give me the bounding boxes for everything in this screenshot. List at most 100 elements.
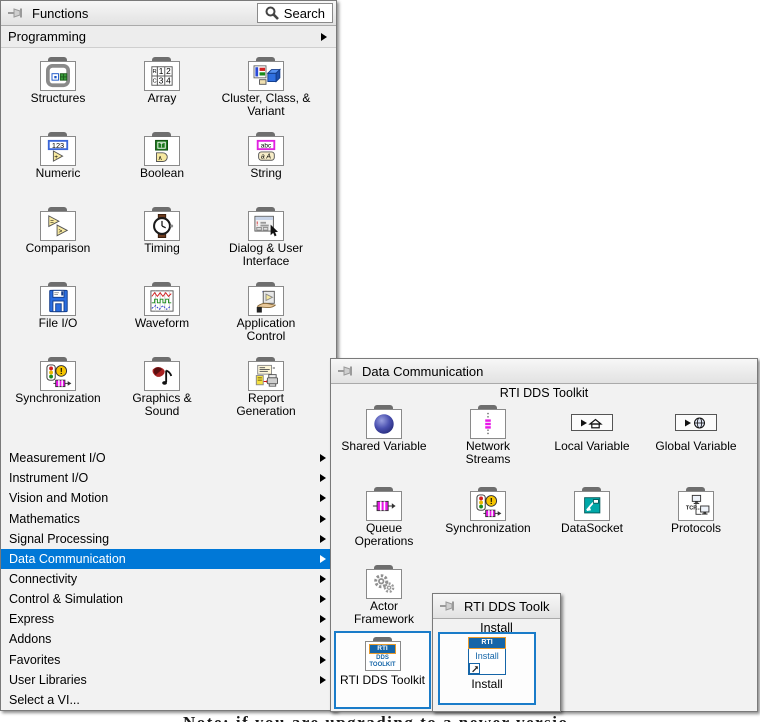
palette-item-application-control[interactable]: Application Control [214, 282, 318, 357]
palette-item-graphics-sound[interactable]: Graphics & Sound [110, 357, 214, 432]
palette-title: Data Communication [362, 363, 484, 379]
submenu-arrow-icon [320, 554, 326, 563]
category-favorites[interactable]: Favorites [1, 650, 336, 670]
palette-item-shared-variable[interactable]: Shared Variable [332, 405, 436, 487]
item-label: Network Streams [465, 439, 511, 466]
category-instrument-io[interactable]: Instrument I/O [1, 468, 336, 488]
submenu-arrow-icon [320, 595, 326, 604]
item-label: Boolean [139, 166, 185, 180]
graphics-sound-icon [144, 361, 180, 391]
palette-item-rti-dds-toolkit[interactable]: RTI DDS TOOLKIT RTI DDS Toolkit [334, 631, 431, 709]
programming-label: Programming [8, 29, 87, 44]
svg-text:4: 4 [166, 75, 171, 85]
item-label: Comparison [25, 241, 91, 255]
item-label: Structures [30, 91, 86, 105]
palette-item-report-generation[interactable]: ≡ Report Generation [214, 357, 318, 432]
local-variable-icon [571, 414, 613, 431]
palette-item-install[interactable]: RTI Install Install [438, 632, 536, 705]
install-icon: RTI Install [468, 637, 506, 675]
palette-item-file-io[interactable]: File I/O [6, 282, 110, 357]
item-label: Graphics & Sound [132, 391, 192, 418]
network-streams-icon [470, 409, 506, 439]
submenu-arrow-icon [321, 32, 327, 41]
search-icon [265, 6, 279, 20]
palette-item-global-variable[interactable]: Global Variable [644, 405, 748, 487]
waveform-icon [144, 286, 180, 316]
svg-text:C: C [153, 78, 157, 84]
category-signal-processing[interactable]: Signal Processing [1, 529, 336, 549]
string-icon: abc a A [248, 136, 284, 166]
category-user-libraries[interactable]: User Libraries [1, 670, 336, 690]
background-document-text: Note: if you are upgrading to a newer ve… [183, 712, 758, 722]
svg-text:!: ! [490, 496, 493, 506]
item-label: Numeric [35, 166, 81, 180]
pin-icon[interactable] [8, 7, 24, 19]
palette-item-timing[interactable]: Timing [110, 207, 214, 282]
submenu-arrow-icon [320, 615, 326, 624]
svg-text:+: + [54, 154, 58, 161]
svg-text:T: T [160, 144, 164, 150]
item-label: Waveform [134, 316, 190, 330]
category-mathematics[interactable]: Mathematics [1, 508, 336, 528]
item-label: Cluster, Class, & Variant [221, 91, 311, 118]
category-connectivity[interactable]: Connectivity [1, 569, 336, 589]
palette-item-actor-framework[interactable]: Actor Framework [332, 565, 436, 635]
category-express[interactable]: Express [1, 609, 336, 629]
palette-item-numeric[interactable]: 123 + Numeric [6, 132, 110, 207]
palette-item-structures[interactable]: Structures [6, 57, 110, 132]
item-label: Install [471, 677, 503, 691]
timing-icon [144, 211, 180, 241]
cluster-class-variant-icon [248, 61, 284, 91]
item-label: Actor Framework [353, 599, 414, 626]
palette-item-datasocket[interactable]: DataSocket [540, 487, 644, 565]
search-button-label: Search [283, 5, 325, 21]
svg-text:!: ! [256, 222, 258, 228]
palette-item-dialog-user-interface[interactable]: ! Dialog & User Interface [214, 207, 318, 282]
palette-item-string[interactable]: abc a A String [214, 132, 318, 207]
submenu-arrow-icon [320, 635, 326, 644]
palette-item-comparison[interactable]: = > Comparison [6, 207, 110, 282]
submenu-arrow-icon [320, 454, 326, 463]
item-label: Timing [144, 241, 180, 255]
category-data-communication[interactable]: Data Communication [1, 548, 336, 569]
palette-item-queue-operations[interactable]: Queue Operations [332, 487, 436, 565]
category-measurement-io[interactable]: Measurement I/O [1, 448, 336, 468]
category-addons[interactable]: Addons [1, 629, 336, 649]
category-programming-expanded[interactable]: Programming [1, 26, 336, 48]
search-button[interactable]: Search [256, 3, 333, 23]
submenu-arrow-icon [320, 534, 326, 543]
datasocket-icon [574, 491, 610, 521]
pin-icon[interactable] [338, 365, 354, 377]
item-label: Queue Operations [354, 521, 414, 548]
svg-text:!: ! [60, 366, 63, 376]
category-control-simulation[interactable]: Control & Simulation [1, 589, 336, 609]
dc-palette-header: Data Communication [331, 359, 757, 384]
protocols-icon: TCP... [678, 491, 714, 521]
svg-text:abc: abc [261, 143, 272, 150]
palette-item-synchronization-dc[interactable]: ! Synchronization [436, 487, 540, 565]
pin-icon[interactable] [440, 600, 456, 612]
item-label: Synchronization [445, 521, 531, 535]
palette-item-synchronization[interactable]: ! Synchronization [6, 357, 110, 432]
palette-item-boolean[interactable]: T ∧ Boolean [110, 132, 214, 207]
palette-title: Functions [32, 5, 89, 21]
palette-item-network-streams[interactable]: Network Streams [436, 405, 540, 487]
palette-item-waveform[interactable]: Waveform [110, 282, 214, 357]
palette-item-array[interactable]: RC1234 Array [110, 57, 214, 132]
array-icon: RC1234 [144, 61, 180, 91]
rti-dds-toolkit-palette: RTI DDS Toolk Install RTI Install Instal… [432, 593, 561, 712]
synchronization-icon: ! [470, 491, 506, 521]
palette-item-local-variable[interactable]: Local Variable [540, 405, 644, 487]
item-label: Array [147, 91, 177, 105]
submenu-arrow-icon [320, 575, 326, 584]
item-label: Protocols [670, 521, 722, 535]
palette-item-protocols[interactable]: TCP... Protocols [644, 487, 748, 565]
category-select-a-vi[interactable]: Select a VI... [1, 690, 336, 710]
palette-item-cluster-class-variant[interactable]: Cluster, Class, & Variant [214, 57, 318, 132]
svg-text:123: 123 [52, 141, 64, 150]
svg-text:≡: ≡ [272, 366, 275, 371]
actor-framework-icon [366, 569, 402, 599]
category-vision-and-motion[interactable]: Vision and Motion [1, 488, 336, 508]
global-variable-icon [675, 414, 717, 431]
programming-icon-grid: Structures RC1234 Array Cluster, Class, … [1, 48, 336, 448]
